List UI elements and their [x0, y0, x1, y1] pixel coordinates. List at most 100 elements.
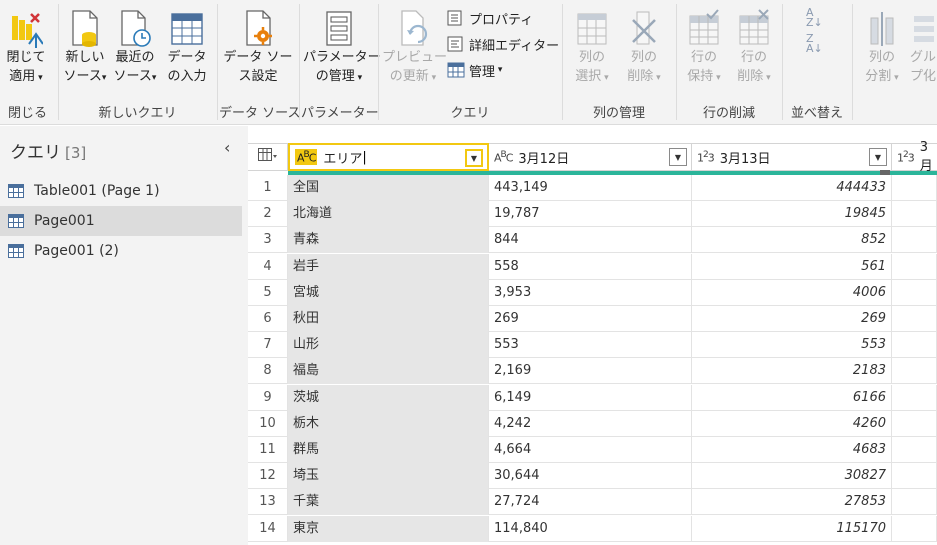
cell-mar13[interactable]: 553	[692, 332, 892, 359]
row-number[interactable]: 3	[248, 227, 288, 254]
close-apply-button[interactable]: 閉じて 適用 ▾	[2, 4, 50, 88]
cell-mar13[interactable]: 4006	[692, 279, 892, 306]
cell-next[interactable]	[892, 332, 937, 359]
cell-area[interactable]: 宮城	[288, 279, 489, 306]
cell-mar12[interactable]: 558	[489, 253, 692, 280]
table-menu-button[interactable]	[248, 143, 288, 171]
remove-rows-button[interactable]: 行の 削除 ▾	[730, 4, 778, 88]
manage-button[interactable]: 管理 ▾	[446, 60, 502, 80]
choose-columns-button[interactable]: 列の 選択 ▾	[566, 4, 618, 88]
cell-next[interactable]	[892, 515, 937, 542]
cell-next[interactable]	[892, 227, 937, 254]
row-number[interactable]: 14	[248, 515, 288, 542]
cell-mar13[interactable]: 4683	[692, 437, 892, 463]
cell-area[interactable]: 千葉	[288, 489, 489, 516]
cell-next[interactable]	[892, 384, 937, 411]
new-source-button[interactable]: 新しい ソース▾	[62, 4, 108, 88]
remove-columns-button[interactable]: 列の 削除 ▾	[618, 4, 670, 88]
cell-mar12[interactable]: 844	[489, 227, 692, 254]
cell-mar12[interactable]: 114,840	[489, 515, 692, 542]
cell-mar12[interactable]: 269	[489, 306, 692, 332]
cell-mar13[interactable]: 6166	[692, 384, 892, 411]
collapse-pane-icon[interactable]: ‹	[224, 138, 230, 157]
cell-mar12[interactable]: 27,724	[489, 489, 692, 516]
cell-mar13[interactable]: 30827	[692, 463, 892, 490]
cell-mar12[interactable]: 19,787	[489, 201, 692, 228]
recent-sources-button[interactable]: 最近の ソース▾	[110, 4, 160, 88]
cell-next[interactable]	[892, 201, 937, 228]
group-by-button[interactable]: グル プ化	[910, 4, 937, 86]
cell-mar12[interactable]: 443,149	[489, 175, 692, 201]
column-filter-button[interactable]: ▼	[669, 148, 687, 166]
sort-descending-button[interactable]: Z A↓	[806, 33, 823, 54]
row-number[interactable]: 1	[248, 175, 288, 201]
refresh-preview-button[interactable]: プレビュー の更新 ▾	[382, 4, 447, 88]
row-number[interactable]: 5	[248, 279, 288, 306]
cell-mar12[interactable]: 6,149	[489, 384, 692, 411]
cell-area[interactable]: 栃木	[288, 410, 489, 437]
cell-mar12[interactable]: 553	[489, 332, 692, 359]
cell-area[interactable]: 山形	[288, 332, 489, 359]
cell-mar13[interactable]: 852	[692, 227, 892, 254]
cell-next[interactable]	[892, 463, 937, 490]
split-column-button[interactable]: 列の 分割 ▾	[856, 4, 908, 88]
row-number[interactable]: 7	[248, 332, 288, 359]
cell-mar13[interactable]: 115170	[692, 515, 892, 542]
column-header-next[interactable]: 123 3月	[892, 140, 937, 174]
cell-next[interactable]	[892, 410, 937, 437]
row-number[interactable]: 8	[248, 358, 288, 385]
cell-mar13[interactable]: 4260	[692, 410, 892, 437]
cell-area[interactable]: 全国	[288, 175, 489, 201]
column-name-input[interactable]: エリア	[323, 148, 362, 167]
column-filter-button[interactable]: ▼	[869, 148, 887, 166]
column-header-mar12[interactable]: ABC 3月12日 ▼	[489, 143, 692, 171]
row-number[interactable]: 10	[248, 410, 288, 437]
cell-area[interactable]: 埼玉	[288, 463, 489, 490]
cell-area[interactable]: 東京	[288, 515, 489, 542]
cell-mar13[interactable]: 561	[692, 253, 892, 280]
data-source-settings-button[interactable]: データ ソー ス設定	[223, 4, 293, 86]
cell-next[interactable]	[892, 437, 937, 463]
cell-area[interactable]: 秋田	[288, 306, 489, 332]
cell-next[interactable]	[892, 358, 937, 385]
row-number[interactable]: 9	[248, 384, 288, 411]
column-header-area[interactable]: ABC エリア | ▼	[288, 143, 489, 171]
cell-mar12[interactable]: 4,242	[489, 410, 692, 437]
cell-next[interactable]	[892, 306, 937, 332]
cell-area[interactable]: 茨城	[288, 384, 489, 411]
row-number[interactable]: 6	[248, 306, 288, 332]
cell-mar13[interactable]: 269	[692, 306, 892, 332]
properties-button[interactable]: プロパティ	[446, 8, 533, 28]
row-number[interactable]: 4	[248, 253, 288, 280]
row-number[interactable]: 2	[248, 201, 288, 228]
cell-mar13[interactable]: 444433	[692, 175, 892, 201]
cell-next[interactable]	[892, 279, 937, 306]
row-number[interactable]: 11	[248, 437, 288, 463]
column-filter-button[interactable]: ▼	[465, 149, 483, 167]
query-item-page001-2[interactable]: Page001 (2)	[0, 236, 242, 266]
cell-next[interactable]	[892, 489, 937, 516]
row-number[interactable]: 12	[248, 463, 288, 490]
cell-area[interactable]: 北海道	[288, 201, 489, 228]
cell-mar12[interactable]: 4,664	[489, 437, 692, 463]
cell-next[interactable]	[892, 253, 937, 280]
cell-area[interactable]: 岩手	[288, 253, 489, 280]
advanced-editor-button[interactable]: 詳細エディター	[446, 34, 559, 54]
cell-mar12[interactable]: 30,644	[489, 463, 692, 490]
cell-area[interactable]: 福島	[288, 358, 489, 385]
cell-mar13[interactable]: 27853	[692, 489, 892, 516]
column-header-mar13[interactable]: 123 3月13日 ▼	[692, 143, 892, 171]
cell-area[interactable]: 群馬	[288, 437, 489, 463]
cell-area[interactable]: 青森	[288, 227, 489, 254]
cell-mar13[interactable]: 2183	[692, 358, 892, 385]
row-number[interactable]: 13	[248, 489, 288, 516]
keep-rows-button[interactable]: 行の 保持 ▾	[680, 4, 728, 88]
cell-mar13[interactable]: 19845	[692, 201, 892, 228]
cell-next[interactable]	[892, 175, 937, 201]
manage-parameters-button[interactable]: パラメーター の管理 ▾	[303, 4, 381, 88]
query-item-table001-page1[interactable]: Table001 (Page 1)	[0, 176, 242, 206]
cell-mar12[interactable]: 3,953	[489, 279, 692, 306]
query-item-page001[interactable]: Page001	[0, 206, 242, 236]
enter-data-button[interactable]: データ の入力	[162, 4, 212, 86]
sort-ascending-button[interactable]: A Z↓	[806, 7, 823, 28]
